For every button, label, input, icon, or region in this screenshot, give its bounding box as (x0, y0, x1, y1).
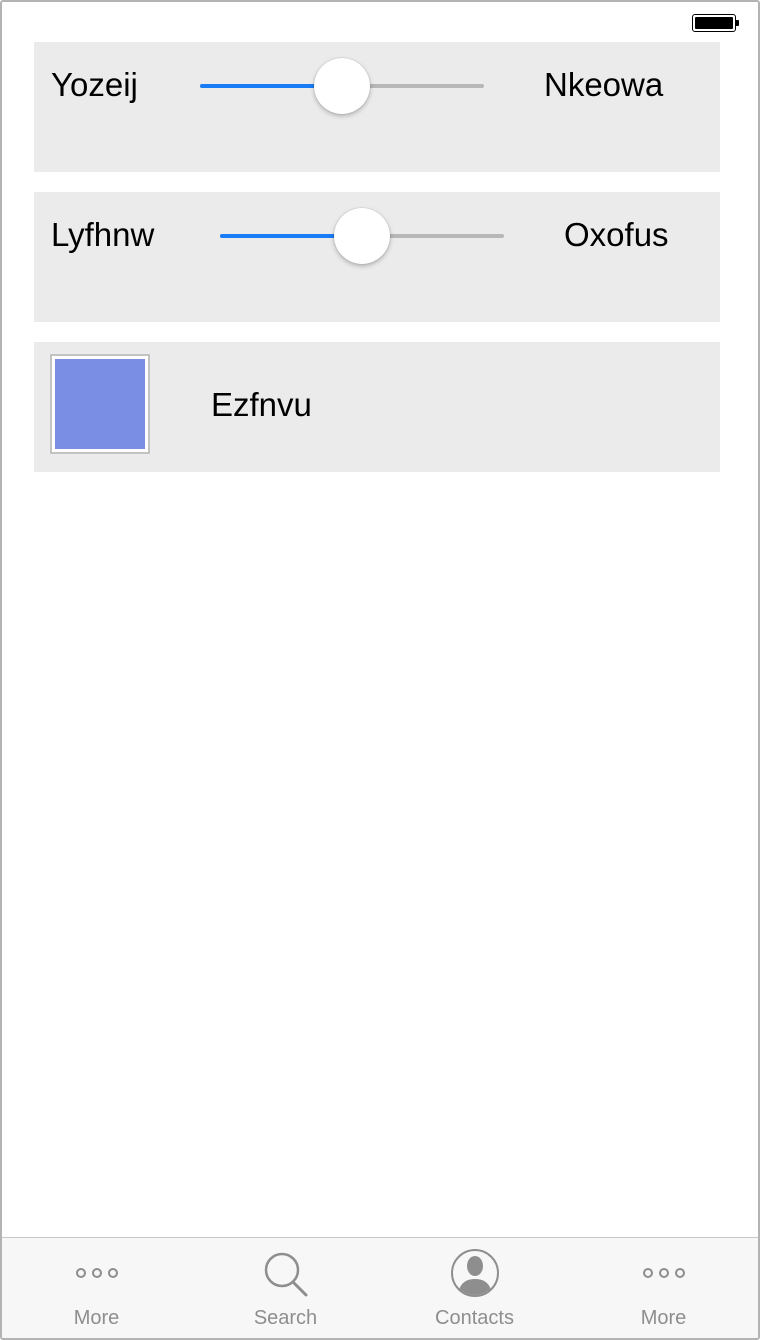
slider-min-label: Yozeij (51, 66, 138, 103)
tab-more-1[interactable]: More (2, 1238, 191, 1338)
battery-icon (692, 14, 739, 32)
slider-row-2: Lyfhnw Oxofus (34, 192, 720, 322)
tab-label: Contacts (435, 1307, 514, 1329)
tab-bar: More Search Contacts More (2, 1237, 758, 1338)
slider-max-label: Oxofus (564, 216, 669, 253)
more-icon (642, 1268, 685, 1278)
tab-search[interactable]: Search (191, 1238, 380, 1338)
slider-2[interactable] (220, 208, 504, 264)
more-icon (75, 1268, 118, 1278)
tab-label: Search (253, 1307, 318, 1329)
color-label: Ezfnvu (211, 386, 312, 423)
search-icon (264, 1252, 307, 1297)
app-screen: Yozeij Nkeowa Lyfhnw Oxofus Ezfnvu More … (0, 0, 760, 1340)
color-swatch-fill (55, 359, 145, 449)
slider-thumb[interactable] (314, 58, 370, 114)
color-swatch[interactable] (50, 354, 150, 454)
tab-label: More (640, 1307, 687, 1329)
tab-label: More (73, 1307, 120, 1329)
slider-max-label: Nkeowa (544, 66, 664, 103)
slider-thumb[interactable] (334, 208, 390, 264)
tab-contacts[interactable]: Contacts (380, 1238, 569, 1338)
color-row: Ezfnvu (34, 342, 720, 472)
slider-min-label: Lyfhnw (51, 216, 155, 253)
contacts-icon (450, 1249, 499, 1297)
slider-1[interactable] (200, 58, 484, 114)
slider-row-1: Yozeij Nkeowa (34, 42, 720, 172)
tab-more-2[interactable]: More (569, 1238, 758, 1338)
